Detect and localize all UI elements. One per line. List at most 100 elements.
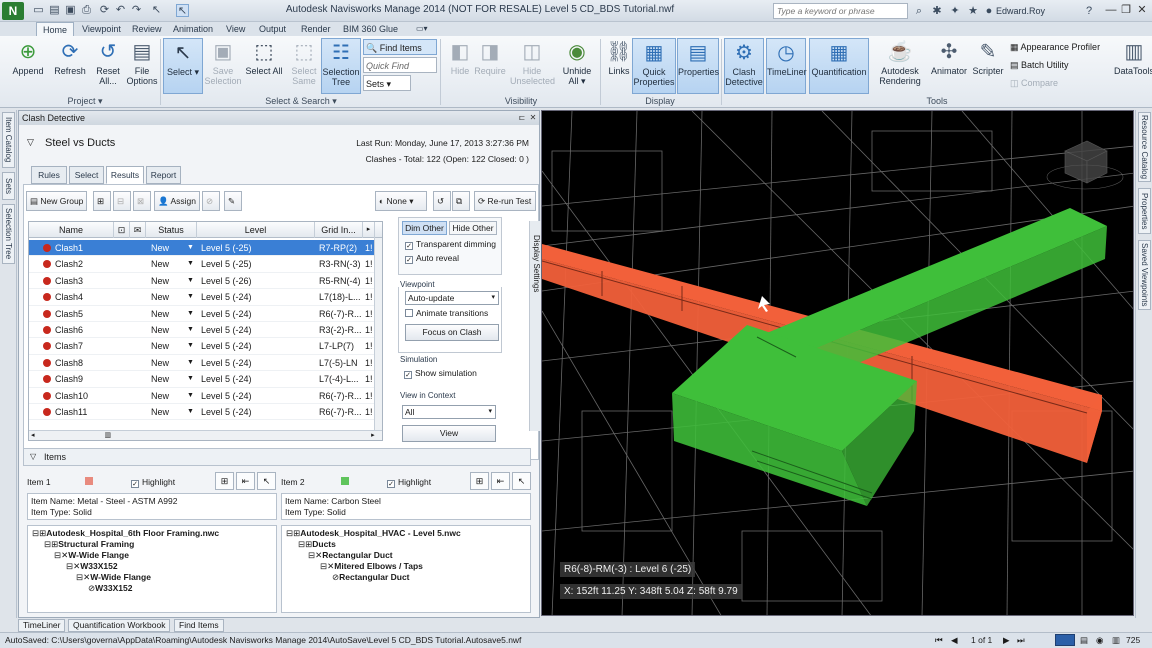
app-logo[interactable]: N	[2, 2, 24, 20]
save-selection-button[interactable]: ▣ Save Selection	[203, 38, 243, 94]
open-file-icon[interactable]: ▤	[48, 4, 61, 17]
clash-status[interactable]: New	[151, 404, 185, 420]
comment-icon[interactable]: ✎	[224, 191, 242, 211]
tree-node[interactable]: ⊟✕Mitered Elbows / Taps	[320, 561, 423, 572]
append-button[interactable]: ⊕ Append	[8, 38, 48, 94]
tree-node[interactable]: ⊟✕W33X152	[66, 561, 118, 572]
tab-bim360-glue[interactable]: BIM 360 Glue	[337, 22, 404, 36]
file-options-button[interactable]: ▤ File Options	[122, 38, 162, 94]
clash-detective-button[interactable]: ⚙ Clash Detective	[724, 38, 764, 94]
tree-node[interactable]: ⊘W33X152	[88, 583, 132, 594]
last-page-icon[interactable]: ⏭	[1017, 633, 1025, 647]
3d-viewport[interactable]: R6(-8)-RM(-3) : Level 6 (-25) X: 152ft 1…	[541, 110, 1134, 616]
group-icon[interactable]: ⊞	[93, 191, 111, 211]
select-same-button[interactable]: ⬚ Select Same	[284, 38, 324, 94]
show-simulation-checkbox[interactable]: ✓ Show simulation	[404, 368, 477, 379]
require-button[interactable]: ◨ Require	[470, 38, 510, 94]
items-section-header[interactable]: ▽ Items	[23, 448, 531, 466]
3d-scene[interactable]	[542, 111, 1134, 616]
hide-unselected-button[interactable]: ◫ Hide Unselected	[510, 38, 555, 94]
clash-status[interactable]: New	[151, 388, 185, 404]
selection-tree-button[interactable]: ☷ Selection Tree	[321, 38, 361, 94]
item2-back-icon[interactable]: ⇤	[491, 472, 510, 490]
table-row[interactable]: Clash3 New ▼ Level 5 (-26) R5-RN(-4) 1!	[29, 273, 382, 290]
collapse-test-icon[interactable]: ▽	[27, 137, 34, 148]
column-grid[interactable]: Grid In...	[315, 222, 363, 238]
table-row[interactable]: Clash9 New ▼ Level 5 (-24) L7(-4)-L... 1!	[29, 371, 382, 388]
tab-view[interactable]: View	[220, 22, 251, 36]
tab-quantification-workbook[interactable]: Quantification Workbook	[68, 619, 171, 632]
tree-node[interactable]: ⊟⊞Ducts	[298, 539, 336, 550]
column-level[interactable]: Level	[197, 222, 315, 238]
explode-icon[interactable]: ⊠	[133, 191, 151, 211]
table-row[interactable]: Clash7 New ▼ Level 5 (-24) L7-LP(7) 1!	[29, 338, 382, 355]
view-button[interactable]: View	[402, 425, 496, 442]
group-label-select-search[interactable]: Select & Search ▾	[164, 96, 438, 107]
select-all-button[interactable]: ⬚ Select All	[244, 38, 284, 94]
horizontal-scrollbar[interactable]: ◂ ▥ ▸	[29, 430, 382, 440]
transparent-dimming-checkbox[interactable]: ✓ Transparent dimming	[405, 239, 496, 250]
status-dropdown-icon[interactable]: ▼	[187, 289, 194, 305]
item1-highlight-checkbox[interactable]: ✓ Highlight	[131, 477, 175, 488]
viewpoint-dropdown[interactable]: Auto-update ▾	[405, 291, 499, 305]
animate-transitions-checkbox[interactable]: Animate transitions	[405, 308, 488, 318]
item2-highlight-checkbox[interactable]: ✓ Highlight	[387, 477, 431, 488]
tree-node[interactable]: ⊟⊞Structural Framing	[44, 539, 134, 550]
help-search-input[interactable]: Type a keyword or phrase	[773, 3, 908, 19]
more-columns-icon[interactable]: ▸	[363, 222, 375, 238]
tab-sets[interactable]: Sets	[2, 172, 15, 200]
scripter-button[interactable]: ✎ Scripter	[969, 38, 1007, 94]
rerun-test-button[interactable]: ⟳ Re-run Test	[474, 191, 536, 211]
camera-column-icon[interactable]: ⊡	[114, 222, 130, 238]
column-name[interactable]: Name	[29, 222, 114, 238]
table-row[interactable]: Clash11 New ▼ Level 5 (-24) R6(-7)-R... 1!	[29, 404, 382, 421]
redo-icon[interactable]: ↷	[130, 4, 143, 17]
tab-viewpoint[interactable]: Viewpoint	[76, 22, 127, 36]
status-dropdown-icon[interactable]: ▼	[187, 322, 194, 338]
item2-select-icon[interactable]: ⊞	[470, 472, 489, 490]
undo-icon[interactable]: ↶	[114, 4, 127, 17]
status-filter-dropdown[interactable]: ◐ None ▾	[375, 191, 427, 211]
tab-find-items[interactable]: Find Items	[174, 619, 224, 632]
tab-render[interactable]: Render	[295, 22, 337, 36]
item1-select-icon[interactable]: ⊞	[215, 472, 234, 490]
table-row[interactable]: Clash5 New ▼ Level 5 (-24) R6(-7)-R... 1!	[29, 306, 382, 322]
table-row[interactable]: Clash1 New ▼ Level 5 (-25) R7-RP(2) 1!	[29, 240, 382, 257]
panel-close-icon[interactable]: ✕	[528, 113, 538, 123]
reset-status-icon[interactable]: ↺	[433, 191, 451, 211]
column-status[interactable]: Status	[146, 222, 197, 238]
tab-select[interactable]: Select	[69, 166, 104, 184]
refresh-button[interactable]: ⟳ Refresh	[50, 38, 90, 94]
status-dropdown-icon[interactable]: ▼	[187, 256, 194, 272]
datatools-button[interactable]: ▥ DataTools	[1114, 38, 1152, 94]
tab-properties[interactable]: Properties	[1138, 188, 1151, 234]
select-tool-icon[interactable]: ↖	[176, 4, 189, 17]
clash-status[interactable]: New	[151, 256, 185, 272]
tab-animation[interactable]: Animation	[167, 22, 219, 36]
status-dropdown-icon[interactable]: ▼	[187, 371, 194, 387]
tab-timeliner[interactable]: TimeLiner	[18, 619, 66, 632]
table-row[interactable]: Clash4 New ▼ Level 5 (-24) L7(18)-L... 1!	[29, 289, 382, 306]
status-dropdown-icon[interactable]: ▼	[187, 355, 194, 371]
new-file-icon[interactable]: ▭	[32, 4, 45, 17]
status-dropdown-icon[interactable]: ▼	[187, 388, 194, 404]
prev-page-icon[interactable]: ◀	[951, 633, 958, 647]
quantification-button[interactable]: ▦ Quantification	[809, 38, 869, 94]
clash-status[interactable]: New	[151, 306, 185, 322]
binoculars-icon[interactable]: ⌕	[912, 4, 926, 18]
autodesk-rendering-button[interactable]: ☕ Autodesk Rendering	[876, 38, 924, 94]
item1-back-icon[interactable]: ⇤	[236, 472, 255, 490]
table-row[interactable]: Clash6 New ▼ Level 5 (-24) R3(-2)-R... 1!	[29, 322, 382, 339]
pointer-icon[interactable]: ↖	[150, 4, 163, 17]
clash-status[interactable]: New	[151, 338, 185, 354]
timeliner-button[interactable]: ◷ TimeLiner	[766, 38, 807, 94]
tree-node[interactable]: ⊟✕W-Wide Flange	[76, 572, 151, 583]
save-icon[interactable]: ▣	[64, 4, 77, 17]
dim-other-button[interactable]: Dim Other	[402, 221, 447, 235]
tab-resource-catalog[interactable]: Resource Catalog	[1138, 112, 1151, 182]
quick-find-input[interactable]: Quick Find	[363, 57, 437, 73]
unhide-all-button[interactable]: ◉ Unhide All ▾	[557, 38, 597, 94]
new-group-button[interactable]: ▤ New Group	[26, 191, 88, 211]
next-page-icon[interactable]: ▶	[1003, 633, 1010, 647]
ribbon-collapse-icon[interactable]: ▭▾	[410, 22, 434, 36]
